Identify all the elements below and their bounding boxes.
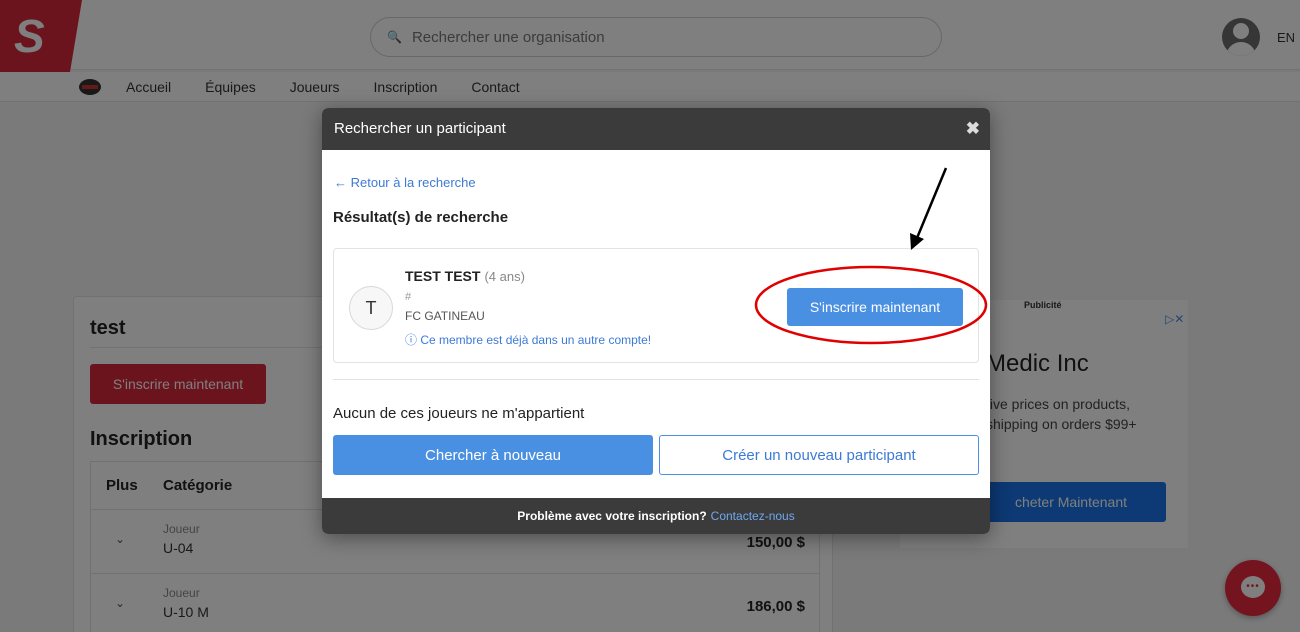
participant-name: TEST TEST — [405, 268, 481, 284]
contact-us-link[interactable]: Contactez-nous — [711, 509, 795, 523]
modal-header: Rechercher un participant ✖ — [322, 108, 990, 150]
participant-organization: FC GATINEAU — [405, 309, 485, 323]
close-icon[interactable]: ✖ — [966, 119, 980, 139]
participant-search-modal: Rechercher un participant ✖ ← Retour à l… — [322, 108, 990, 534]
already-in-account-warning: ⓘ Ce membre est déjà dans un autre compt… — [405, 333, 652, 347]
results-title: Résultat(s) de recherche — [333, 209, 509, 226]
participant-number: # — [405, 291, 412, 303]
modal-title: Rechercher un participant — [334, 120, 506, 137]
participant-avatar: T — [349, 286, 393, 330]
search-again-button[interactable]: Chercher à nouveau — [333, 435, 653, 475]
divider — [333, 379, 979, 380]
participant-name-line: TEST TEST (4 ans) — [405, 268, 525, 284]
participant-result-card: T TEST TEST (4 ans) # FC GATINEAU ⓘ Ce me… — [333, 248, 979, 363]
none-of-these-text: Aucun de ces joueurs ne m'appartient — [333, 405, 585, 422]
footer-text: Problème avec votre inscription? — [517, 509, 707, 523]
create-participant-button[interactable]: Créer un nouveau participant — [659, 435, 979, 475]
participant-age: (4 ans) — [484, 269, 525, 284]
back-to-search-link[interactable]: ← Retour à la recherche — [334, 175, 476, 190]
modal-footer: Problème avec votre inscription? Contact… — [322, 498, 990, 534]
register-now-button[interactable]: S'inscrire maintenant — [787, 288, 963, 326]
